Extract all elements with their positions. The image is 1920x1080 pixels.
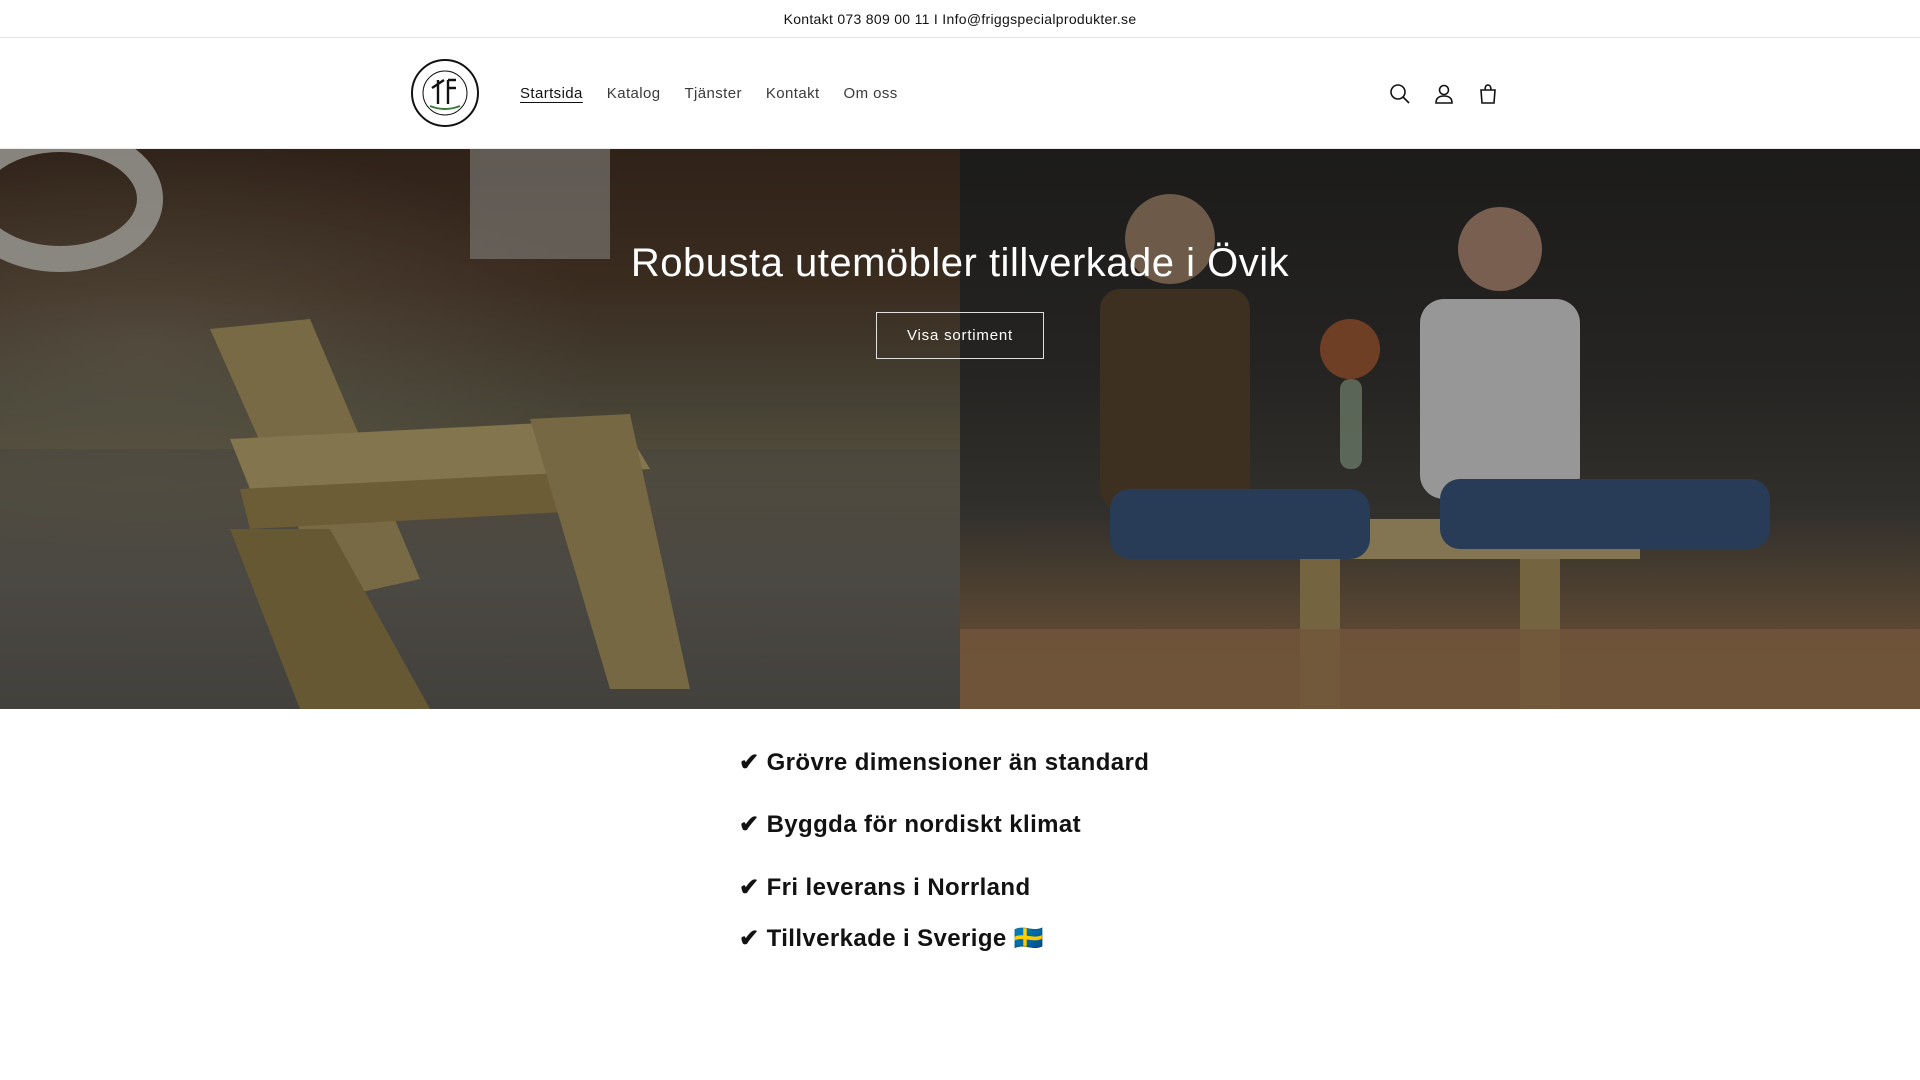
hero-title: Robusta utemöbler tillverkade i Övik bbox=[630, 241, 1290, 285]
cart-icon[interactable] bbox=[1473, 79, 1503, 109]
nav-item-katalog[interactable]: Katalog bbox=[595, 85, 673, 102]
benefit-item: ✔ Tillverkade i Sverige 🇸🇪 bbox=[739, 925, 1045, 952]
search-icon[interactable] bbox=[1385, 79, 1415, 109]
nav-item-startsida[interactable]: Startsida bbox=[508, 85, 595, 102]
nav-item-om-oss[interactable]: Om oss bbox=[832, 85, 910, 102]
nav-item-kontakt[interactable]: Kontakt bbox=[754, 85, 832, 102]
hero-overlay bbox=[0, 149, 1920, 709]
announcement-bar: Kontakt 073 809 00 11 I Info@friggspecia… bbox=[0, 0, 1920, 38]
logo-icon bbox=[411, 59, 479, 127]
site-header: Startsida Katalog Tjänster Kontakt Om os… bbox=[0, 38, 1920, 149]
hero-banner: Robusta utemöbler tillverkade i Övik Vis… bbox=[0, 149, 1920, 709]
benefit-item: ✔ Byggda för nordiskt klimat bbox=[739, 811, 1082, 838]
view-assortment-button[interactable]: Visa sortiment bbox=[876, 312, 1044, 359]
nav-item-tjanster[interactable]: Tjänster bbox=[672, 85, 753, 102]
main-nav: Startsida Katalog Tjänster Kontakt Om os… bbox=[508, 38, 910, 149]
announcement-text: Kontakt 073 809 00 11 I Info@friggspecia… bbox=[783, 10, 1137, 27]
account-icon[interactable] bbox=[1429, 79, 1459, 109]
benefit-item: ✔ Fri leverans i Norrland bbox=[739, 874, 1031, 901]
brand-logo[interactable] bbox=[410, 58, 480, 128]
benefit-item: ✔ Grövre dimensioner än standard bbox=[739, 749, 1150, 776]
hero-content: Robusta utemöbler tillverkade i Övik Vis… bbox=[0, 241, 1920, 359]
header-icons bbox=[1385, 38, 1503, 149]
